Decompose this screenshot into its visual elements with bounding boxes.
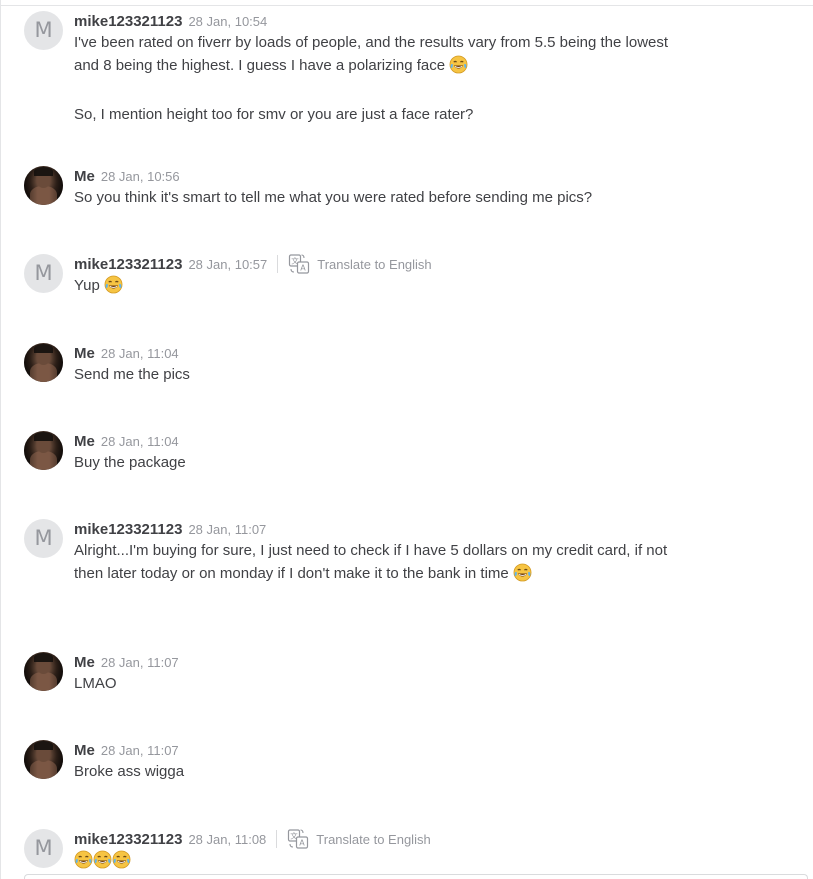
message-body: Broke ass wigga <box>74 761 674 784</box>
sender-name[interactable]: Me <box>74 345 95 362</box>
message-item: M mike123321123 28 Jan, 10:54 I've been … <box>24 11 784 131</box>
message-timestamp: 28 Jan, 11:08 <box>188 831 267 847</box>
translate-icon: 文A <box>287 828 309 850</box>
translate-label: Translate to English <box>317 256 432 272</box>
avatar[interactable] <box>24 343 63 382</box>
message-text: Send me the pics <box>74 366 190 383</box>
tears-of-joy-emoji-icon <box>74 850 93 877</box>
svg-text:A: A <box>301 264 307 273</box>
tears-of-joy-emoji-icon <box>112 850 131 877</box>
message-text: Broke ass wigga <box>74 763 185 780</box>
sender-name[interactable]: Me <box>74 433 95 450</box>
message-text: Yup <box>74 277 100 294</box>
message-text: I've been rated on fiverr by loads of pe… <box>74 34 669 74</box>
message-body: So you think it's smart to tell me what … <box>74 187 774 210</box>
message-body <box>74 850 674 877</box>
tears-of-joy-emoji-icon <box>449 55 468 82</box>
message-item: M mike123321123 28 Jan, 11:07 Alright...… <box>24 519 784 611</box>
avatar[interactable] <box>24 740 63 779</box>
translate-button[interactable]: 文A Translate to English <box>288 253 432 275</box>
message-item: M mike123321123 28 Jan, 11:08 文A Transla… <box>24 829 784 874</box>
message-item: Me 28 Jan, 11:04 Send me the pics <box>24 343 784 388</box>
message-composer-edge[interactable] <box>24 874 808 879</box>
message-timestamp: 28 Jan, 11:07 <box>100 654 179 670</box>
tears-of-joy-emoji-icon <box>104 275 123 302</box>
message-timestamp: 28 Jan, 11:07 <box>188 521 267 537</box>
header-divider <box>276 830 278 848</box>
message-body: Send me the pics <box>74 364 674 387</box>
tears-of-joy-emoji-icon <box>93 850 112 877</box>
message-timestamp: 28 Jan, 11:07 <box>100 742 179 758</box>
avatar[interactable] <box>24 431 63 470</box>
sender-name[interactable]: mike123321123 <box>74 13 182 30</box>
sender-name[interactable]: Me <box>74 742 95 759</box>
message-item: Me 28 Jan, 11:07 LMAO <box>24 652 784 697</box>
sender-name[interactable]: mike123321123 <box>74 831 182 848</box>
tears-of-joy-emoji-icon <box>513 563 532 590</box>
sender-name[interactable]: Me <box>74 654 95 671</box>
avatar[interactable]: M <box>24 829 63 868</box>
translate-button[interactable]: 文A Translate to English <box>287 828 431 850</box>
sender-name[interactable]: mike123321123 <box>74 256 182 273</box>
panel-top-border <box>0 5 813 6</box>
message-timestamp: 28 Jan, 10:56 <box>100 168 180 184</box>
message-text: So you think it's smart to tell me what … <box>74 189 593 206</box>
header-divider <box>277 255 279 273</box>
message-body: Yup <box>74 275 674 302</box>
message-body: Buy the package <box>74 452 674 475</box>
message-timestamp: 28 Jan, 11:04 <box>100 345 179 361</box>
message-text: So, I mention height too for smv or you … <box>74 105 474 123</box>
message-timestamp: 28 Jan, 10:57 <box>188 256 268 272</box>
message-body: I've been rated on fiverr by loads of pe… <box>74 32 674 126</box>
panel-left-border <box>0 0 1 879</box>
message-body: LMAO <box>74 673 674 696</box>
sender-name[interactable]: Me <box>74 168 95 185</box>
sender-name[interactable]: mike123321123 <box>74 521 182 538</box>
message-timestamp: 28 Jan, 10:54 <box>188 13 268 29</box>
message-text: Alright...I'm buying for sure, I just ne… <box>74 542 668 582</box>
message-text: LMAO <box>74 675 117 692</box>
message-body: Alright...I'm buying for sure, I just ne… <box>74 540 674 589</box>
message-text: Buy the package <box>74 454 186 471</box>
avatar[interactable]: M <box>24 254 63 293</box>
message-item: Me 28 Jan, 11:04 Buy the package <box>24 431 784 476</box>
avatar[interactable] <box>24 652 63 691</box>
svg-text:A: A <box>300 839 306 848</box>
message-item: Me 28 Jan, 11:07 Broke ass wigga <box>24 740 784 785</box>
translate-label: Translate to English <box>316 831 431 847</box>
avatar[interactable]: M <box>24 11 63 50</box>
avatar[interactable]: M <box>24 519 63 558</box>
message-timestamp: 28 Jan, 11:04 <box>100 433 179 449</box>
message-item: Me 28 Jan, 10:56 So you think it's smart… <box>24 166 784 211</box>
translate-icon: 文A <box>288 253 310 275</box>
avatar[interactable] <box>24 166 63 205</box>
message-item: M mike123321123 28 Jan, 10:57 文A Transla… <box>24 254 784 299</box>
